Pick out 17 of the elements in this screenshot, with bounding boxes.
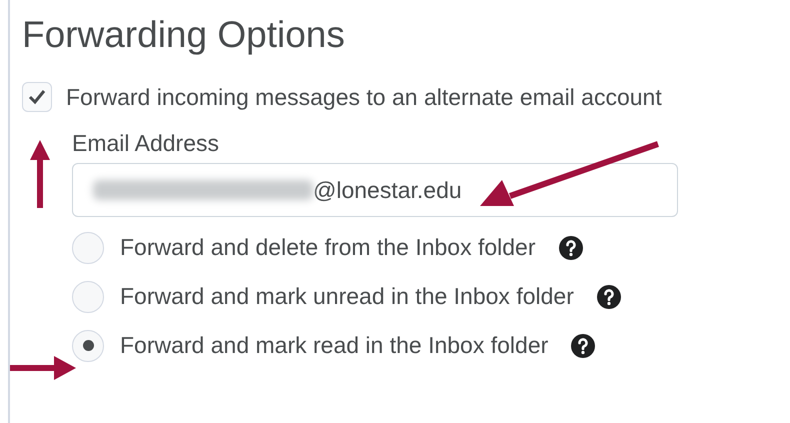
checkmark-icon	[28, 89, 46, 105]
arrow	[10, 356, 76, 380]
section-title: Forwarding Options	[22, 14, 346, 56]
radio-button[interactable]	[72, 232, 104, 264]
field-label: Email Address	[72, 130, 220, 157]
help-icon[interactable]	[570, 332, 596, 358]
arrow	[30, 140, 50, 210]
forward-checkbox[interactable]	[22, 82, 52, 112]
radio-label: Forward and mark read in the Inbox folder	[120, 332, 548, 359]
radio-label: Forward and mark unread in the Inbox folder	[120, 283, 574, 310]
email-input-field[interactable]: @lonestar.edu	[72, 163, 678, 217]
radio-button[interactable]	[72, 280, 104, 312]
checkbox-label: Forward incoming messages to an alternate email account	[66, 84, 662, 110]
help-icon[interactable]	[558, 234, 584, 260]
help-icon[interactable]	[596, 284, 622, 310]
radio-button[interactable]	[72, 330, 104, 362]
radio-label: Forward and delete from the Inbox folder	[120, 234, 536, 261]
